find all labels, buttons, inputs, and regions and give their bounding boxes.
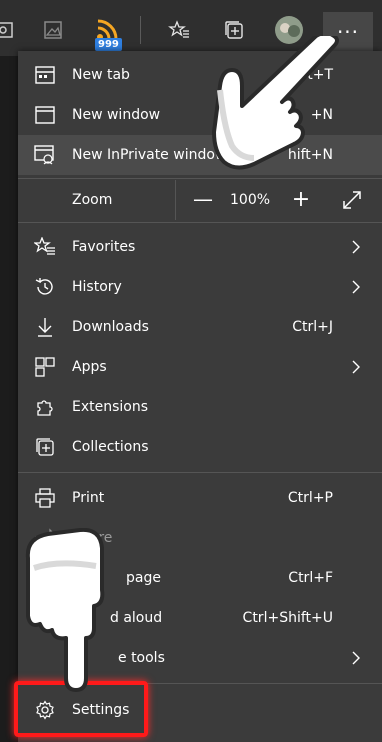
pointing-hand-icon — [212, 36, 339, 170]
menu-item-history[interactable]: History — [18, 267, 382, 307]
pointing-hand-down-icon — [25, 528, 105, 692]
menu-item-shortcut: Ctrl+J — [292, 319, 333, 335]
fullscreen-icon[interactable] — [340, 188, 364, 212]
menu-item-extensions[interactable]: Extensions — [18, 387, 382, 427]
zoom-divider — [175, 180, 176, 220]
menu-item-favorites[interactable]: Favorites — [18, 227, 382, 267]
zoom-out-button[interactable]: — — [188, 184, 218, 214]
menu-item-label: Print — [72, 490, 105, 506]
menu-divider — [18, 222, 382, 223]
favorites-icon[interactable] — [162, 13, 196, 47]
menu-item-print[interactable]: Print Ctrl+P — [18, 478, 382, 518]
menu-item-label: Favorites — [72, 239, 136, 255]
extensions-icon — [34, 396, 56, 418]
menu-item-label: e tools — [118, 650, 165, 666]
zoom-in-button[interactable]: + — [286, 184, 316, 214]
browser-window: 999 ··· New tab t+T New window +N New In… — [0, 0, 382, 742]
chevron-right-icon — [352, 651, 360, 665]
collections-icon — [34, 436, 56, 458]
new-window-icon — [34, 104, 56, 126]
menu-item-label: Apps — [72, 359, 107, 375]
menu-item-shortcut: Ctrl+Shift+U — [242, 610, 333, 626]
menu-item-shortcut: Ctrl+F — [288, 570, 333, 586]
menu-divider — [18, 472, 382, 473]
menu-item-label: New tab — [72, 67, 130, 83]
zoom-control-row: Zoom — 100% + — [18, 180, 382, 220]
rss-count-badge: 999 — [95, 38, 122, 51]
menu-item-downloads[interactable]: Downloads Ctrl+J — [18, 307, 382, 347]
download-icon — [34, 316, 56, 338]
zoom-label: Zoom — [72, 192, 113, 208]
image-icon[interactable] — [36, 13, 70, 47]
chevron-right-icon — [352, 240, 360, 254]
menu-item-label: page — [126, 570, 161, 586]
zoom-level: 100% — [230, 192, 271, 208]
menu-item-collections[interactable]: Collections — [18, 427, 382, 467]
menu-item-shortcut: Ctrl+P — [287, 490, 333, 506]
chevron-right-icon — [352, 360, 360, 374]
page-background — [0, 56, 18, 742]
new-tab-icon — [34, 64, 56, 86]
menu-item-label: Extensions — [72, 399, 149, 415]
menu-item-label: History — [72, 279, 122, 295]
menu-divider — [18, 178, 382, 179]
print-icon — [34, 487, 56, 509]
menu-item-label: Collections — [72, 439, 149, 455]
apps-icon — [34, 356, 56, 378]
history-icon — [34, 276, 56, 298]
favorites-icon — [34, 236, 56, 258]
menu-item-label: New window — [72, 107, 161, 123]
page-icon[interactable] — [0, 13, 20, 47]
toolbar-divider — [140, 16, 141, 44]
inprivate-window-icon — [34, 144, 56, 166]
menu-item-label: Downloads — [72, 319, 149, 335]
chevron-right-icon — [352, 280, 360, 294]
menu-item-apps[interactable]: Apps — [18, 347, 382, 387]
